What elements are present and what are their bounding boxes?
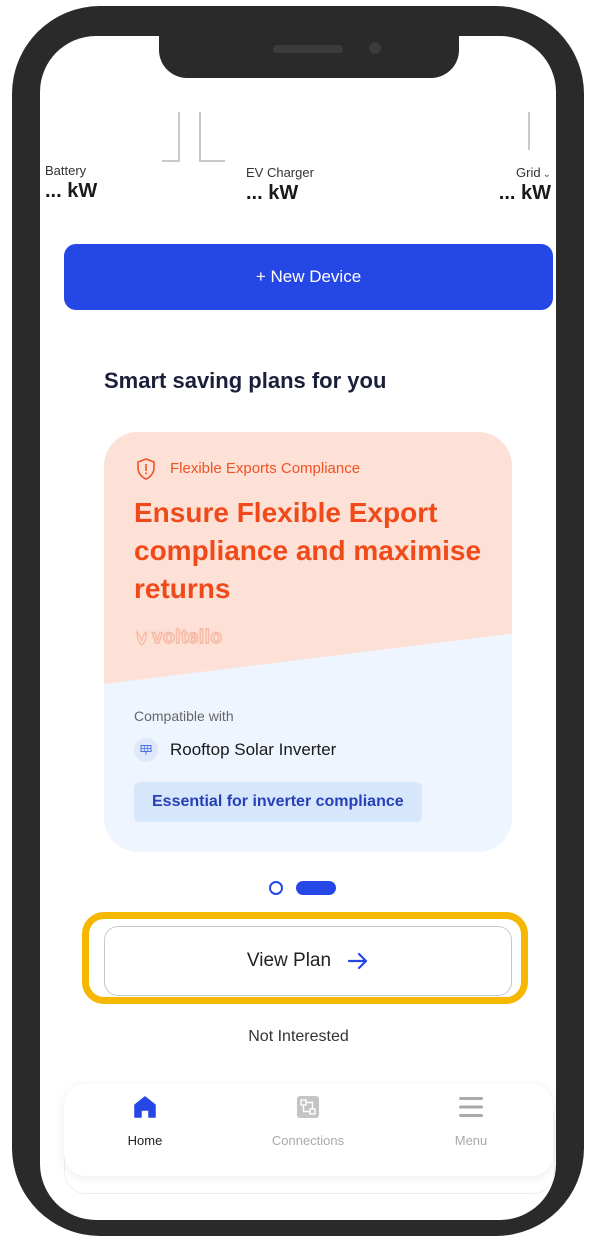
plan-card[interactable]: Flexible Exports Compliance Ensure Flexi… — [104, 432, 512, 852]
compliance-badge: Essential for inverter compliance — [134, 782, 422, 822]
grid-value: ... kW — [498, 182, 551, 204]
battery-value: ... kW — [45, 180, 98, 202]
compatible-device: Rooftop Solar Inverter — [134, 738, 336, 762]
compatible-label: Compatible with — [134, 708, 234, 724]
grid-metric[interactable]: Grid ⌄ ... kW — [499, 165, 551, 205]
section-title: Smart saving plans for you — [104, 368, 387, 393]
battery-metric[interactable]: Battery ... kW — [45, 163, 97, 203]
view-plan-button[interactable]: View Plan — [104, 926, 512, 996]
flow-line — [199, 112, 201, 162]
new-device-button[interactable]: + New Device — [64, 244, 553, 310]
ev-charger-metric[interactable]: EV Charger ... kW — [246, 165, 314, 205]
pager-dot-1[interactable] — [269, 881, 283, 895]
plan-category: Flexible Exports Compliance — [170, 460, 361, 477]
brand-name: voltello — [151, 626, 223, 648]
view-plan-label: View Plan — [246, 950, 332, 971]
grid-label: Grid — [516, 165, 541, 180]
speaker-grille — [273, 45, 343, 53]
home-icon — [134, 1096, 156, 1118]
battery-label: Battery — [45, 163, 87, 178]
front-camera — [369, 42, 381, 54]
nav-menu-label: Menu — [454, 1133, 488, 1148]
solar-panel-icon — [134, 738, 158, 762]
nav-menu[interactable]: Menu — [411, 1094, 531, 1148]
bottom-nav: Home Connections Menu — [64, 1084, 553, 1176]
nav-home[interactable]: Home — [85, 1094, 205, 1148]
carousel-pager — [269, 881, 336, 895]
ev-charger-value: ... kW — [246, 182, 299, 204]
brand-logo: voltello — [134, 626, 223, 649]
connections-icon — [297, 1096, 319, 1118]
leaf-logo-icon — [136, 630, 147, 646]
nav-connections-label: Connections — [271, 1133, 345, 1148]
flow-line — [162, 160, 180, 162]
chevron-down-icon[interactable]: ⌄ — [543, 169, 551, 180]
plan-headline: Ensure Flexible Export compliance and ma… — [134, 497, 482, 604]
menu-icon — [459, 1097, 483, 1117]
flow-line — [178, 112, 180, 162]
ev-charger-label: EV Charger — [246, 165, 314, 180]
shield-alert-icon — [137, 458, 155, 480]
compatible-device-label: Rooftop Solar Inverter — [170, 740, 337, 759]
phone-notch — [159, 36, 459, 78]
nav-home-label: Home — [127, 1133, 163, 1148]
arrow-right-icon — [347, 952, 368, 970]
flow-line — [528, 112, 530, 150]
flow-line — [199, 160, 225, 162]
nav-connections[interactable]: Connections — [248, 1094, 368, 1148]
not-interested-link[interactable]: Not Interested — [0, 1028, 597, 1046]
pager-dot-2-active[interactable] — [296, 881, 336, 895]
